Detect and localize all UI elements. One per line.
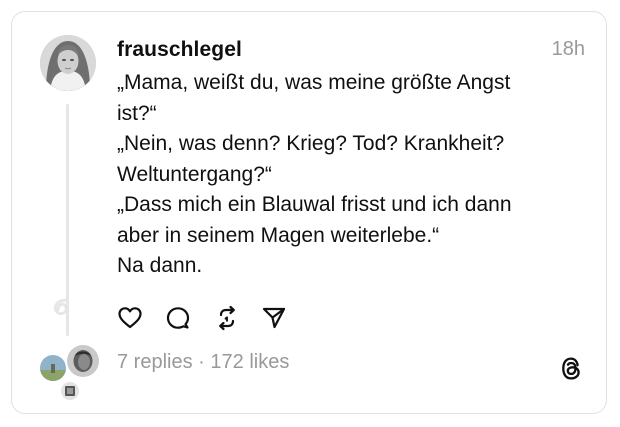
share-button[interactable]	[261, 305, 287, 331]
post-timestamp[interactable]: 18h	[552, 38, 585, 61]
heart-icon	[118, 307, 142, 329]
comment-icon	[166, 307, 190, 329]
likes-count[interactable]: 172 likes	[210, 351, 289, 373]
post-text-line: ist?“	[117, 101, 157, 125]
threads-logo-icon[interactable]	[559, 355, 584, 382]
post-text-line: „Dass mich ein Blauwal frisst und ich da…	[117, 193, 512, 216]
thread-curl-icon	[53, 298, 69, 316]
stats-separator: ·	[192, 351, 211, 373]
post-text-line: „Mama, weißt du, was meine größte Angst	[117, 71, 511, 94]
post-text: „Mama, weißt du, was meine größte Angst …	[117, 68, 557, 282]
replier-avatar-image	[67, 345, 99, 377]
replier-avatar-image	[61, 382, 79, 400]
post-text-line: Na dann.	[117, 254, 203, 277]
repost-icon	[219, 305, 235, 331]
post-text-line: „Nein, was denn? Krieg? Tod? Krankheit?	[117, 132, 505, 155]
post-text-line: Weltuntergang?“	[117, 162, 272, 186]
replier-avatar[interactable]	[38, 353, 68, 383]
repost-button[interactable]	[214, 305, 240, 331]
post-stats: 7 replies · 172 likes	[117, 351, 289, 374]
author-avatar-image	[40, 35, 96, 91]
replier-avatar-image	[40, 355, 66, 381]
author-avatar[interactable]	[40, 35, 96, 91]
share-icon	[262, 307, 286, 329]
replies-count[interactable]: 7 replies	[117, 351, 193, 373]
like-button[interactable]	[117, 305, 143, 331]
author-username[interactable]: frauschlegel	[117, 38, 242, 62]
post-text-line: aber in seinem Magen weiterlebe.“	[117, 223, 440, 247]
reply-button[interactable]	[165, 305, 191, 331]
replier-avatar[interactable]	[59, 380, 81, 402]
replier-avatar[interactable]	[65, 343, 101, 379]
